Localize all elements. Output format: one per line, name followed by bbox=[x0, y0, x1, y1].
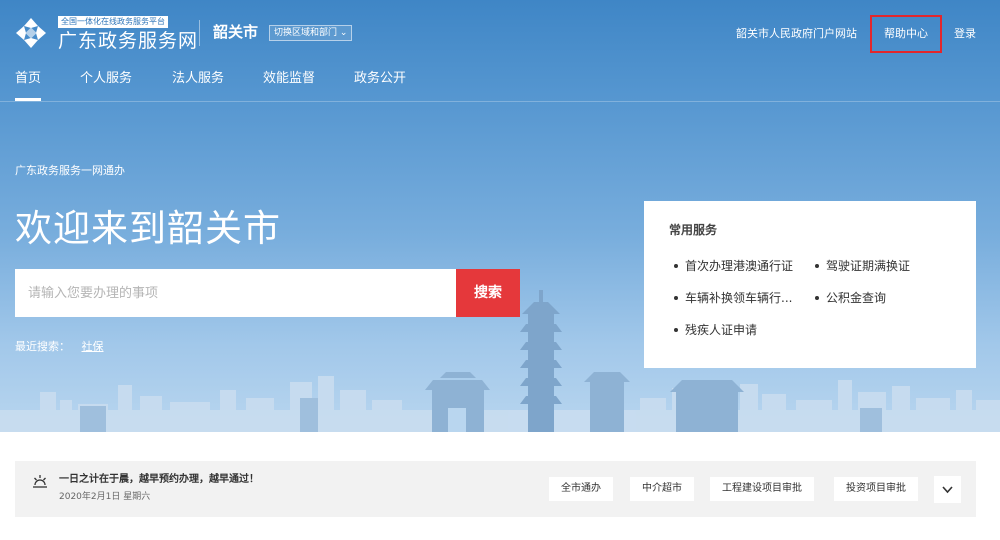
service-item-label: 车辆补换领车辆行... bbox=[685, 291, 793, 305]
quick-link-agency-market[interactable]: 中介超市 bbox=[630, 477, 694, 501]
notice-date: 2020年2月1日 星期六 bbox=[59, 492, 151, 502]
nav-item-supervision[interactable]: 效能监督 bbox=[263, 70, 315, 88]
notice-bar: 一日之计在于晨，越早预约办理，越早通过！ 2020年2月1日 星期六 全市通办 … bbox=[15, 461, 976, 517]
bullet-icon bbox=[674, 327, 678, 332]
service-item-label: 首次办理港澳通行证 bbox=[685, 259, 794, 273]
service-item-label: 驾驶证期满换证 bbox=[826, 259, 911, 273]
bullet-icon bbox=[674, 263, 678, 268]
nav-divider bbox=[0, 101, 1000, 102]
search-input[interactable] bbox=[15, 269, 456, 317]
service-item-driver-license[interactable]: 驾驶证期满换证 bbox=[815, 258, 910, 274]
recent-searches-label: 最近搜索： bbox=[15, 340, 70, 353]
quick-link-citywide[interactable]: 全市通办 bbox=[549, 477, 613, 501]
service-item-label: 残疾人证申请 bbox=[685, 323, 758, 337]
platform-badge: 全国一体化在线政务服务平台 bbox=[58, 16, 168, 28]
service-item-passport[interactable]: 首次办理港澳通行证 bbox=[674, 258, 793, 274]
nav-item-corporate[interactable]: 法人服务 bbox=[172, 70, 224, 88]
login-link[interactable]: 登录 bbox=[954, 27, 976, 41]
service-item-vehicle-license[interactable]: 车辆补换领车辆行... bbox=[674, 290, 792, 306]
nav-item-home[interactable]: 首页 bbox=[15, 70, 41, 88]
service-item-disability-card[interactable]: 残疾人证申请 bbox=[674, 322, 757, 338]
nav-item-public-affairs[interactable]: 政务公开 bbox=[354, 70, 406, 88]
city-name: 韶关市 bbox=[213, 23, 259, 41]
portal-link[interactable]: 韶关市人民政府门户网站 bbox=[736, 27, 857, 41]
sunrise-icon bbox=[33, 475, 47, 488]
site-logo-text[interactable]: 广东政务服务网 bbox=[58, 29, 198, 53]
expand-button[interactable] bbox=[934, 476, 961, 503]
region-switch-button[interactable]: 切换区域和部门 ⌄ bbox=[269, 25, 353, 41]
recent-search-link[interactable]: 社保 bbox=[82, 340, 104, 353]
help-center-link[interactable]: 帮助中心 bbox=[870, 15, 942, 53]
service-item-housing-fund[interactable]: 公积金查询 bbox=[815, 290, 886, 306]
recent-searches: 最近搜索： 社保 bbox=[15, 339, 104, 355]
notice-title: 一日之计在于晨，越早预约办理，越早通过！ bbox=[59, 474, 259, 485]
common-services-panel: 常用服务 首次办理港澳通行证 驾驶证期满换证 车辆补换领车辆行... 公积金查询… bbox=[644, 201, 976, 368]
chevron-down-icon bbox=[942, 486, 953, 494]
bullet-icon bbox=[674, 295, 678, 300]
hero-tagline: 广东政务服务一网通办 bbox=[15, 164, 125, 177]
search-button[interactable]: 搜索 bbox=[456, 269, 520, 317]
bullet-icon bbox=[815, 263, 819, 268]
welcome-heading: 欢迎来到韶关市 bbox=[15, 207, 281, 250]
hero-banner: 全国一体化在线政务服务平台 广东政务服务网 韶关市 切换区域和部门 ⌄ 韶关市人… bbox=[0, 0, 1000, 432]
bullet-icon bbox=[815, 295, 819, 300]
quick-link-construction-approval[interactable]: 工程建设项目审批 bbox=[710, 477, 814, 501]
service-item-label: 公积金查询 bbox=[826, 291, 887, 305]
guangdong-logo-icon bbox=[16, 18, 46, 48]
main-nav: 首页 个人服务 法人服务 效能监督 政务公开 bbox=[0, 70, 1000, 102]
common-services-title: 常用服务 bbox=[669, 223, 718, 237]
nav-item-personal[interactable]: 个人服务 bbox=[80, 70, 132, 88]
quick-link-investment-approval[interactable]: 投资项目审批 bbox=[834, 477, 918, 501]
header-divider bbox=[199, 20, 200, 46]
